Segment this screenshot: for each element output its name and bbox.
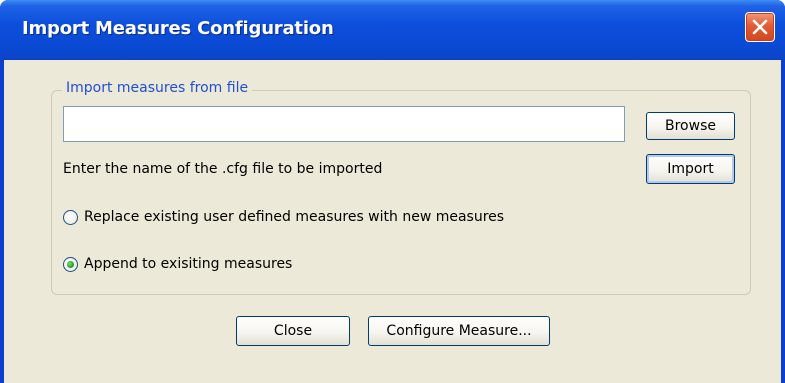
configure-measure-button[interactable]: Configure Measure... xyxy=(368,316,550,346)
close-icon xyxy=(752,19,768,35)
radio-append-measures[interactable]: Append to exisiting measures xyxy=(63,254,292,274)
radio-replace-indicator[interactable] xyxy=(63,209,78,225)
close-button-label: Close xyxy=(273,323,313,339)
radio-replace-label: Replace existing user defined measures w… xyxy=(84,209,505,225)
dialog-window: Import Measures Configuration Import mea… xyxy=(0,0,785,383)
import-button-label: Import xyxy=(667,161,714,177)
browse-button[interactable]: Browse xyxy=(646,112,735,140)
window-close-button[interactable] xyxy=(745,12,775,42)
window-title: Import Measures Configuration xyxy=(22,18,334,39)
groupbox-label: Import measures from file xyxy=(62,80,253,96)
radio-append-indicator[interactable] xyxy=(63,256,78,272)
title-bar[interactable]: Import Measures Configuration xyxy=(0,0,785,60)
radio-replace-measures[interactable]: Replace existing user defined measures w… xyxy=(63,207,504,227)
dialog-body: Import measures from file Browse Enter t… xyxy=(4,60,781,383)
close-button[interactable]: Close xyxy=(236,316,350,346)
configure-measure-button-label: Configure Measure... xyxy=(386,323,532,339)
file-path-input[interactable] xyxy=(63,106,625,142)
radio-append-label: Append to exisiting measures xyxy=(84,256,293,272)
import-button[interactable]: Import xyxy=(646,154,735,184)
file-hint-text: Enter the name of the .cfg file to be im… xyxy=(63,161,383,177)
browse-button-label: Browse xyxy=(665,118,716,134)
